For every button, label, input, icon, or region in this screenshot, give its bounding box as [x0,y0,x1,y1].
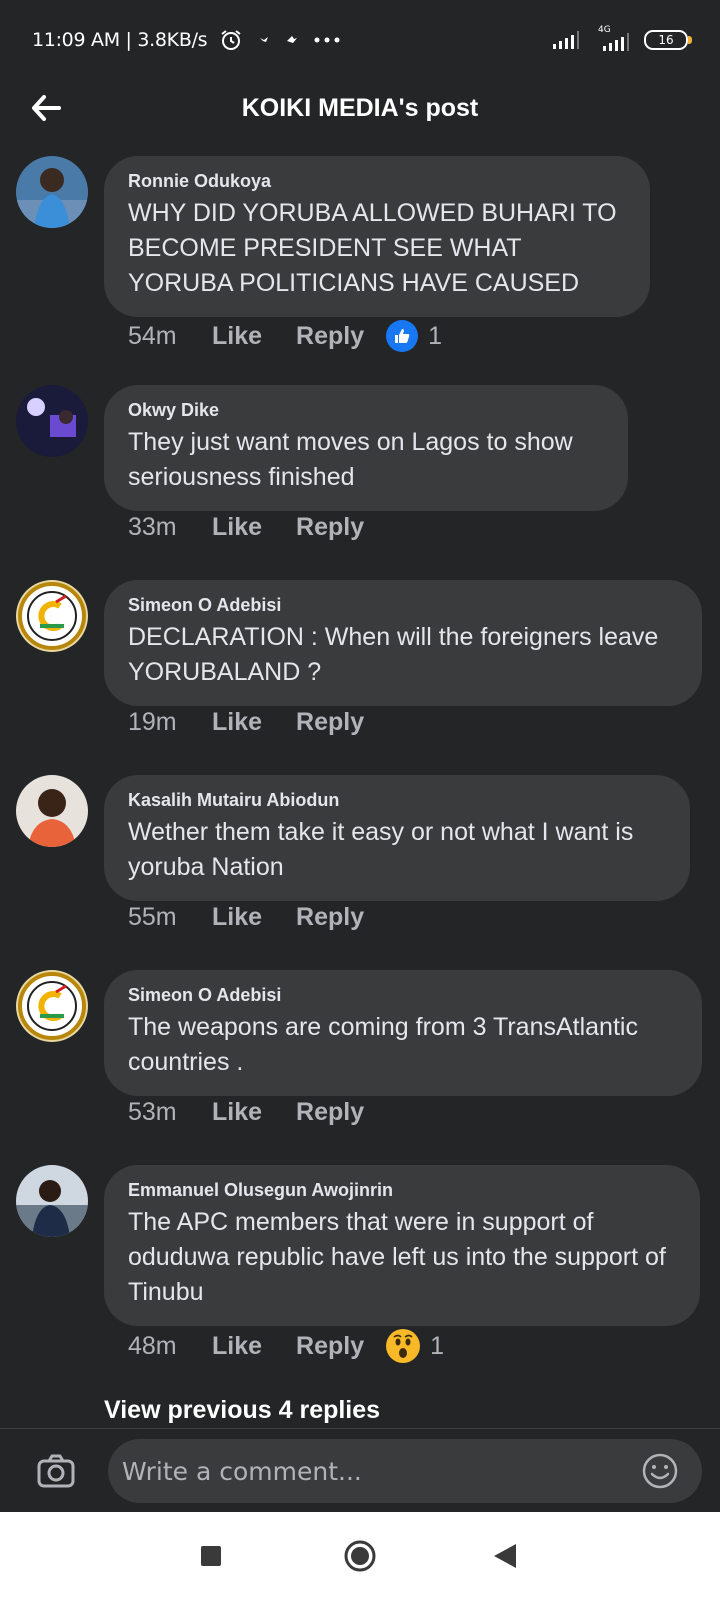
avatar-image [16,156,88,228]
comment-author[interactable]: Simeon O Adebisi [128,594,678,616]
comment-time: 33m [128,513,177,541]
like-button[interactable]: Like [212,1098,262,1127]
comment-time: 53m [128,1098,177,1126]
more-dots-icon [314,37,340,43]
comment-actions: 55m Like Reply [128,903,398,932]
like-button[interactable]: Like [212,513,262,542]
comment-bubble[interactable]: Emmanuel Olusegun Awojinrin The APC memb… [104,1165,700,1326]
comment-author[interactable]: Okwy Dike [128,399,604,421]
comment-actions: 19m Like Reply [128,708,398,737]
signal-4g-group: 4G [594,25,630,51]
camera-icon [37,1454,75,1488]
comment-time: 19m [128,708,177,736]
signal-icon [603,33,629,51]
comment-bubble[interactable]: Simeon O Adebisi DECLARATION : When will… [104,580,702,706]
avatar[interactable] [16,580,88,652]
comment-author[interactable]: Kasalih Mutairu Abiodun [128,789,666,811]
back-icon [494,1544,516,1568]
comment-time: 54m [128,321,177,350]
comment-time: 55m [128,903,177,931]
comment-author[interactable]: Ronnie Odukoya [128,170,626,192]
comment-text: They just want moves on Lagos to show se… [128,428,573,491]
comment-actions: 48m Like Reply 1 [128,1329,444,1363]
status-time: 11:09 AM | 3.8KB/s [32,29,208,51]
comment-bubble[interactable]: Ronnie Odukoya WHY DID YORUBA ALLOWED BU… [104,156,650,317]
wow-reaction-icon [386,1329,421,1363]
comment-input[interactable] [108,1439,702,1503]
comment-text: The weapons are coming from 3 TransAtlan… [128,1013,638,1076]
avatar[interactable] [16,775,88,847]
comment-bubble[interactable]: Kasalih Mutairu Abiodun Wether them take… [104,775,690,901]
avatar-image [16,1165,88,1237]
comment-composer [0,1428,720,1513]
system-nav-bar [0,1512,720,1600]
battery-level: 16 [658,33,674,47]
comment-actions: 54m Like Reply 1 [128,320,442,352]
notification-icon [260,37,269,42]
app-header: KOIKI MEDIA's post [0,80,720,142]
avatar-image [16,385,88,457]
avatar[interactable] [16,1165,88,1237]
comment-author[interactable]: Emmanuel Olusegun Awojinrin [128,1179,676,1201]
reply-button[interactable]: Reply [296,903,364,932]
avatar[interactable] [16,156,88,228]
battery-icon: 16 [644,30,692,50]
like-button[interactable]: Like [212,1332,262,1361]
like-button[interactable]: Like [212,708,262,737]
comment-time: 48m [128,1331,177,1360]
comment-text: Wether them take it easy or not what I w… [128,818,634,881]
comment-text: WHY DID YORUBA ALLOWED BUHARI TO BECOME … [128,199,617,297]
reply-button[interactable]: Reply [296,708,364,737]
emoji-button[interactable] [642,1453,678,1489]
status-right: 4G 16 [552,25,692,51]
reply-button[interactable]: Reply [296,1098,364,1127]
page-title: KOIKI MEDIA's post [241,94,479,122]
comment-text: DECLARATION : When will the foreigners l… [128,623,659,686]
emoji-icon [642,1453,678,1489]
reply-button[interactable]: Reply [296,513,364,542]
alarm-icon [221,30,241,50]
signal-icon [553,31,579,49]
status-icons [219,28,341,52]
reaction-count: 1 [428,321,443,350]
avatar[interactable] [16,970,88,1042]
recent-apps-icon [201,1546,221,1566]
reaction-summary[interactable]: 1 [386,1329,444,1363]
comment-actions: 33m Like Reply [128,513,398,542]
comment-actions: 53m Like Reply [128,1098,398,1127]
notification-icon [287,36,298,43]
comment-bubble[interactable]: Simeon O Adebisi The weapons are coming … [104,970,702,1096]
recent-apps-button[interactable] [191,1536,231,1576]
avatar-image [16,775,88,847]
reply-button[interactable]: Reply [296,1332,364,1361]
like-reaction-icon [386,320,419,352]
camera-button[interactable] [36,1451,76,1491]
like-button[interactable]: Like [212,903,262,932]
status-bar: 11:09 AM | 3.8KB/s 4G 16 [0,0,720,80]
home-button[interactable] [340,1536,380,1576]
home-icon [344,1540,376,1572]
reply-button[interactable]: Reply [296,322,364,351]
comment-author[interactable]: Simeon O Adebisi [128,984,678,1006]
comment-bubble[interactable]: Okwy Dike They just want moves on Lagos … [104,385,628,511]
reaction-count: 1 [430,1331,445,1360]
reaction-summary[interactable]: 1 [386,320,442,352]
like-button[interactable]: Like [212,322,262,351]
comment-text: The APC members that were in support of … [128,1208,666,1306]
status-left: 11:09 AM | 3.8KB/s [32,28,341,52]
view-previous-replies-link[interactable]: View previous 4 replies [104,1396,380,1425]
avatar-image [16,970,88,1042]
avatar[interactable] [16,385,88,457]
avatar-image [16,580,88,652]
back-nav-button[interactable] [485,1536,525,1576]
